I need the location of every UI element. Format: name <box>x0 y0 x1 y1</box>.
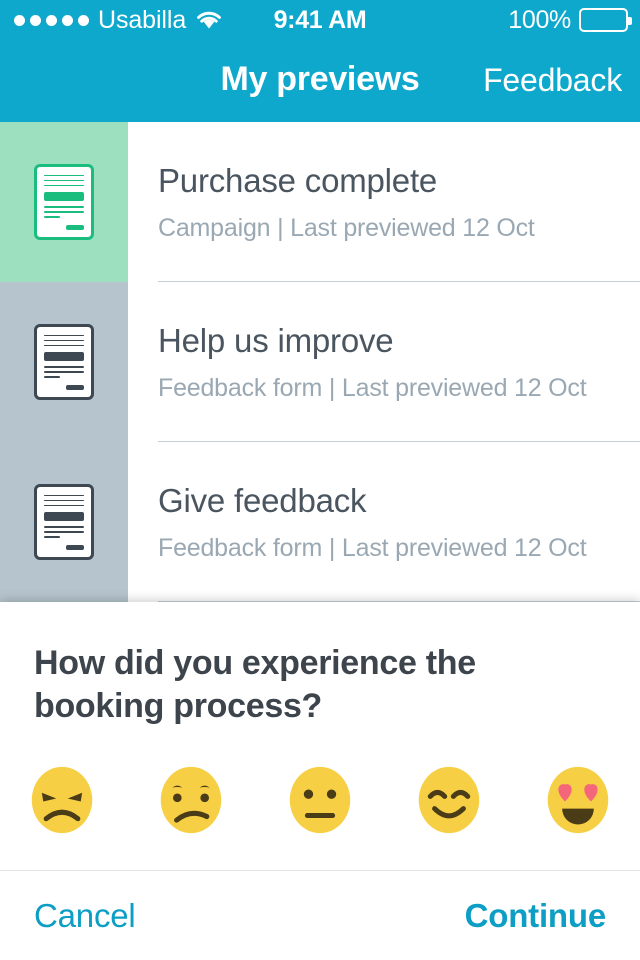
list-item-thumbnail <box>0 442 128 602</box>
battery-icon <box>579 8 632 32</box>
list-item-title: Give feedback <box>158 481 367 519</box>
list-item-subtitle: Feedback form | Last previewed 12 Oct <box>158 533 587 562</box>
neutral-face-icon[interactable] <box>284 764 356 836</box>
list-item-body: Give feedback Feedback form | Last previ… <box>128 442 640 602</box>
feedback-form-document-icon <box>34 324 94 400</box>
feedback-form-document-icon <box>34 484 94 560</box>
header: Usabilla 9:41 AM 100% My previews Feedba… <box>0 0 640 122</box>
modal-actions: Cancel Continue <box>0 870 640 960</box>
sad-face-icon[interactable] <box>155 764 227 836</box>
cancel-button[interactable]: Cancel <box>34 897 136 935</box>
heart-eyes-face-icon[interactable] <box>542 764 614 836</box>
list-item[interactable]: Give feedback Feedback form | Last previ… <box>0 442 640 602</box>
previews-list[interactable]: Purchase complete Campaign | Last previe… <box>0 122 640 604</box>
list-item-title: Help us improve <box>158 321 394 359</box>
continue-button[interactable]: Continue <box>465 897 607 935</box>
list-item-body: Purchase complete Campaign | Last previe… <box>128 122 640 282</box>
battery-percent-label: 100% <box>508 5 571 34</box>
happy-face-icon[interactable] <box>413 764 485 836</box>
list-item[interactable]: Help us improve Feedback form | Last pre… <box>0 282 640 442</box>
list-item-thumbnail <box>0 122 128 282</box>
nav-action-feedback[interactable]: Feedback <box>483 62 622 99</box>
survey-question: How did you experience the booking proce… <box>34 644 476 726</box>
mood-rating-scale[interactable] <box>0 764 640 836</box>
feedback-modal: How did you experience the booking proce… <box>0 602 640 960</box>
list-item-body: Help us improve Feedback form | Last pre… <box>128 282 640 442</box>
app-screen: Usabilla 9:41 AM 100% My previews Feedba… <box>0 0 640 960</box>
nav-bar: My previews Feedback <box>0 40 640 122</box>
campaign-document-icon <box>34 164 94 240</box>
list-item-subtitle: Campaign | Last previewed 12 Oct <box>158 213 535 242</box>
status-bar: Usabilla 9:41 AM 100% <box>0 0 640 40</box>
list-item-subtitle: Feedback form | Last previewed 12 Oct <box>158 373 587 402</box>
status-bar-right: 100% <box>508 5 632 35</box>
angry-face-icon[interactable] <box>26 764 98 836</box>
list-item-title: Purchase complete <box>158 161 438 199</box>
list-item-thumbnail <box>0 282 128 442</box>
list-item[interactable]: Purchase complete Campaign | Last previe… <box>0 122 640 282</box>
